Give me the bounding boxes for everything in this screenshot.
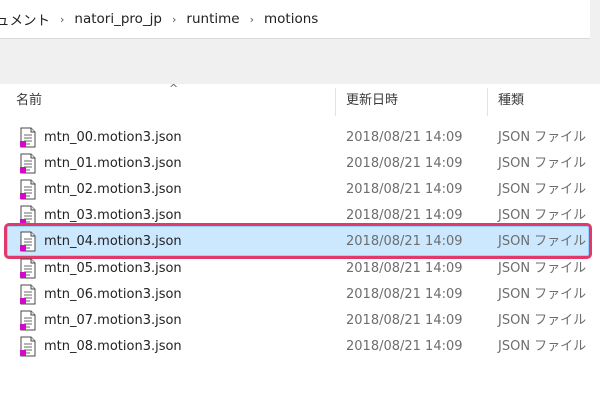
file-modified-date: 2018/08/21 14:09 (346, 260, 463, 276)
breadcrumb-item-natori-pro-jp[interactable]: natori_pro_jp (68, 11, 168, 27)
file-name: mtn_02.motion3.json (44, 182, 182, 198)
file-type: JSON ファイル (498, 156, 587, 172)
breadcrumb-item-motions[interactable]: motions (258, 11, 324, 27)
address-bar-edge (590, 0, 600, 40)
file-modified-date: 2018/08/21 14:09 (346, 156, 463, 172)
column-divider[interactable] (487, 88, 488, 116)
breadcrumb-separator-icon[interactable]: › (56, 13, 68, 26)
file-name: mtn_01.motion3.json (44, 156, 182, 172)
file-name: mtn_07.motion3.json (44, 312, 182, 328)
column-header-name[interactable]: 名前 (16, 84, 42, 117)
breadcrumb-item-runtime[interactable]: runtime (180, 11, 245, 27)
column-divider[interactable] (335, 88, 336, 116)
file-row[interactable]: mtn_07.motion3.json 2018/08/21 14:09 JSON … (0, 308, 600, 334)
file-name: mtn_05.motion3.json (44, 260, 182, 276)
file-row[interactable]: mtn_00.motion3.json 2018/08/21 14:09 JSON … (0, 125, 600, 151)
json-file-icon (20, 310, 36, 331)
file-name: mtn_00.motion3.json (44, 130, 182, 145)
json-file-icon (20, 231, 36, 252)
file-name: mtn_04.motion3.json (44, 234, 182, 250)
toolbar-gap (0, 39, 600, 84)
address-bar[interactable]: ュメント › natori_pro_jp › runtime › motions (0, 0, 591, 39)
file-modified-date: 2018/08/21 14:09 (346, 182, 463, 198)
file-row[interactable]: mtn_01.motion3.json 2018/08/21 14:09 JSON … (0, 151, 600, 177)
json-file-icon (20, 153, 36, 174)
column-header-row: ^ 名前 更新日時 種類 (0, 82, 600, 117)
file-row[interactable]: mtn_06.motion3.json 2018/08/21 14:09 JSON … (0, 282, 600, 308)
file-type: JSON ファイル (498, 286, 587, 302)
file-name: mtn_08.motion3.json (44, 338, 182, 354)
file-name: mtn_06.motion3.json (44, 286, 182, 302)
file-modified-date: 2018/08/21 14:09 (346, 234, 463, 250)
json-file-icon (20, 179, 36, 200)
json-file-icon (20, 127, 36, 148)
file-modified-date: 2018/08/21 14:09 (346, 338, 463, 354)
file-type: JSON ファイル (498, 338, 587, 354)
column-header-type[interactable]: 種類 (498, 84, 524, 117)
breadcrumb-separator-icon[interactable]: › (246, 13, 258, 26)
file-type: JSON ファイル (498, 260, 587, 276)
file-modified-date: 2018/08/21 14:09 (346, 312, 463, 328)
breadcrumb-item-documents[interactable]: ュメント (0, 9, 56, 29)
file-type: JSON ファイル (498, 182, 587, 198)
file-row[interactable]: mtn_04.motion3.json 2018/08/21 14:09 JSON … (0, 223, 600, 260)
file-row[interactable]: mtn_05.motion3.json 2018/08/21 14:09 JSON … (0, 256, 600, 282)
file-row[interactable]: mtn_02.motion3.json 2018/08/21 14:09 JSON … (0, 177, 600, 203)
column-header-date[interactable]: 更新日時 (346, 84, 398, 117)
json-file-icon (20, 258, 36, 279)
sort-ascending-icon: ^ (169, 82, 179, 95)
json-file-icon (20, 284, 36, 305)
file-list: mtn_00.motion3.json 2018/08/21 14:09 JSON … (0, 117, 600, 401)
file-type: JSON ファイル (498, 130, 587, 145)
json-file-icon (20, 336, 36, 357)
file-type: JSON ファイル (498, 312, 587, 328)
breadcrumb-separator-icon[interactable]: › (168, 13, 180, 26)
file-row[interactable]: mtn_08.motion3.json 2018/08/21 14:09 JSON … (0, 334, 600, 360)
file-modified-date: 2018/08/21 14:09 (346, 286, 463, 302)
file-type: JSON ファイル (498, 234, 587, 250)
file-modified-date: 2018/08/21 14:09 (346, 130, 463, 145)
